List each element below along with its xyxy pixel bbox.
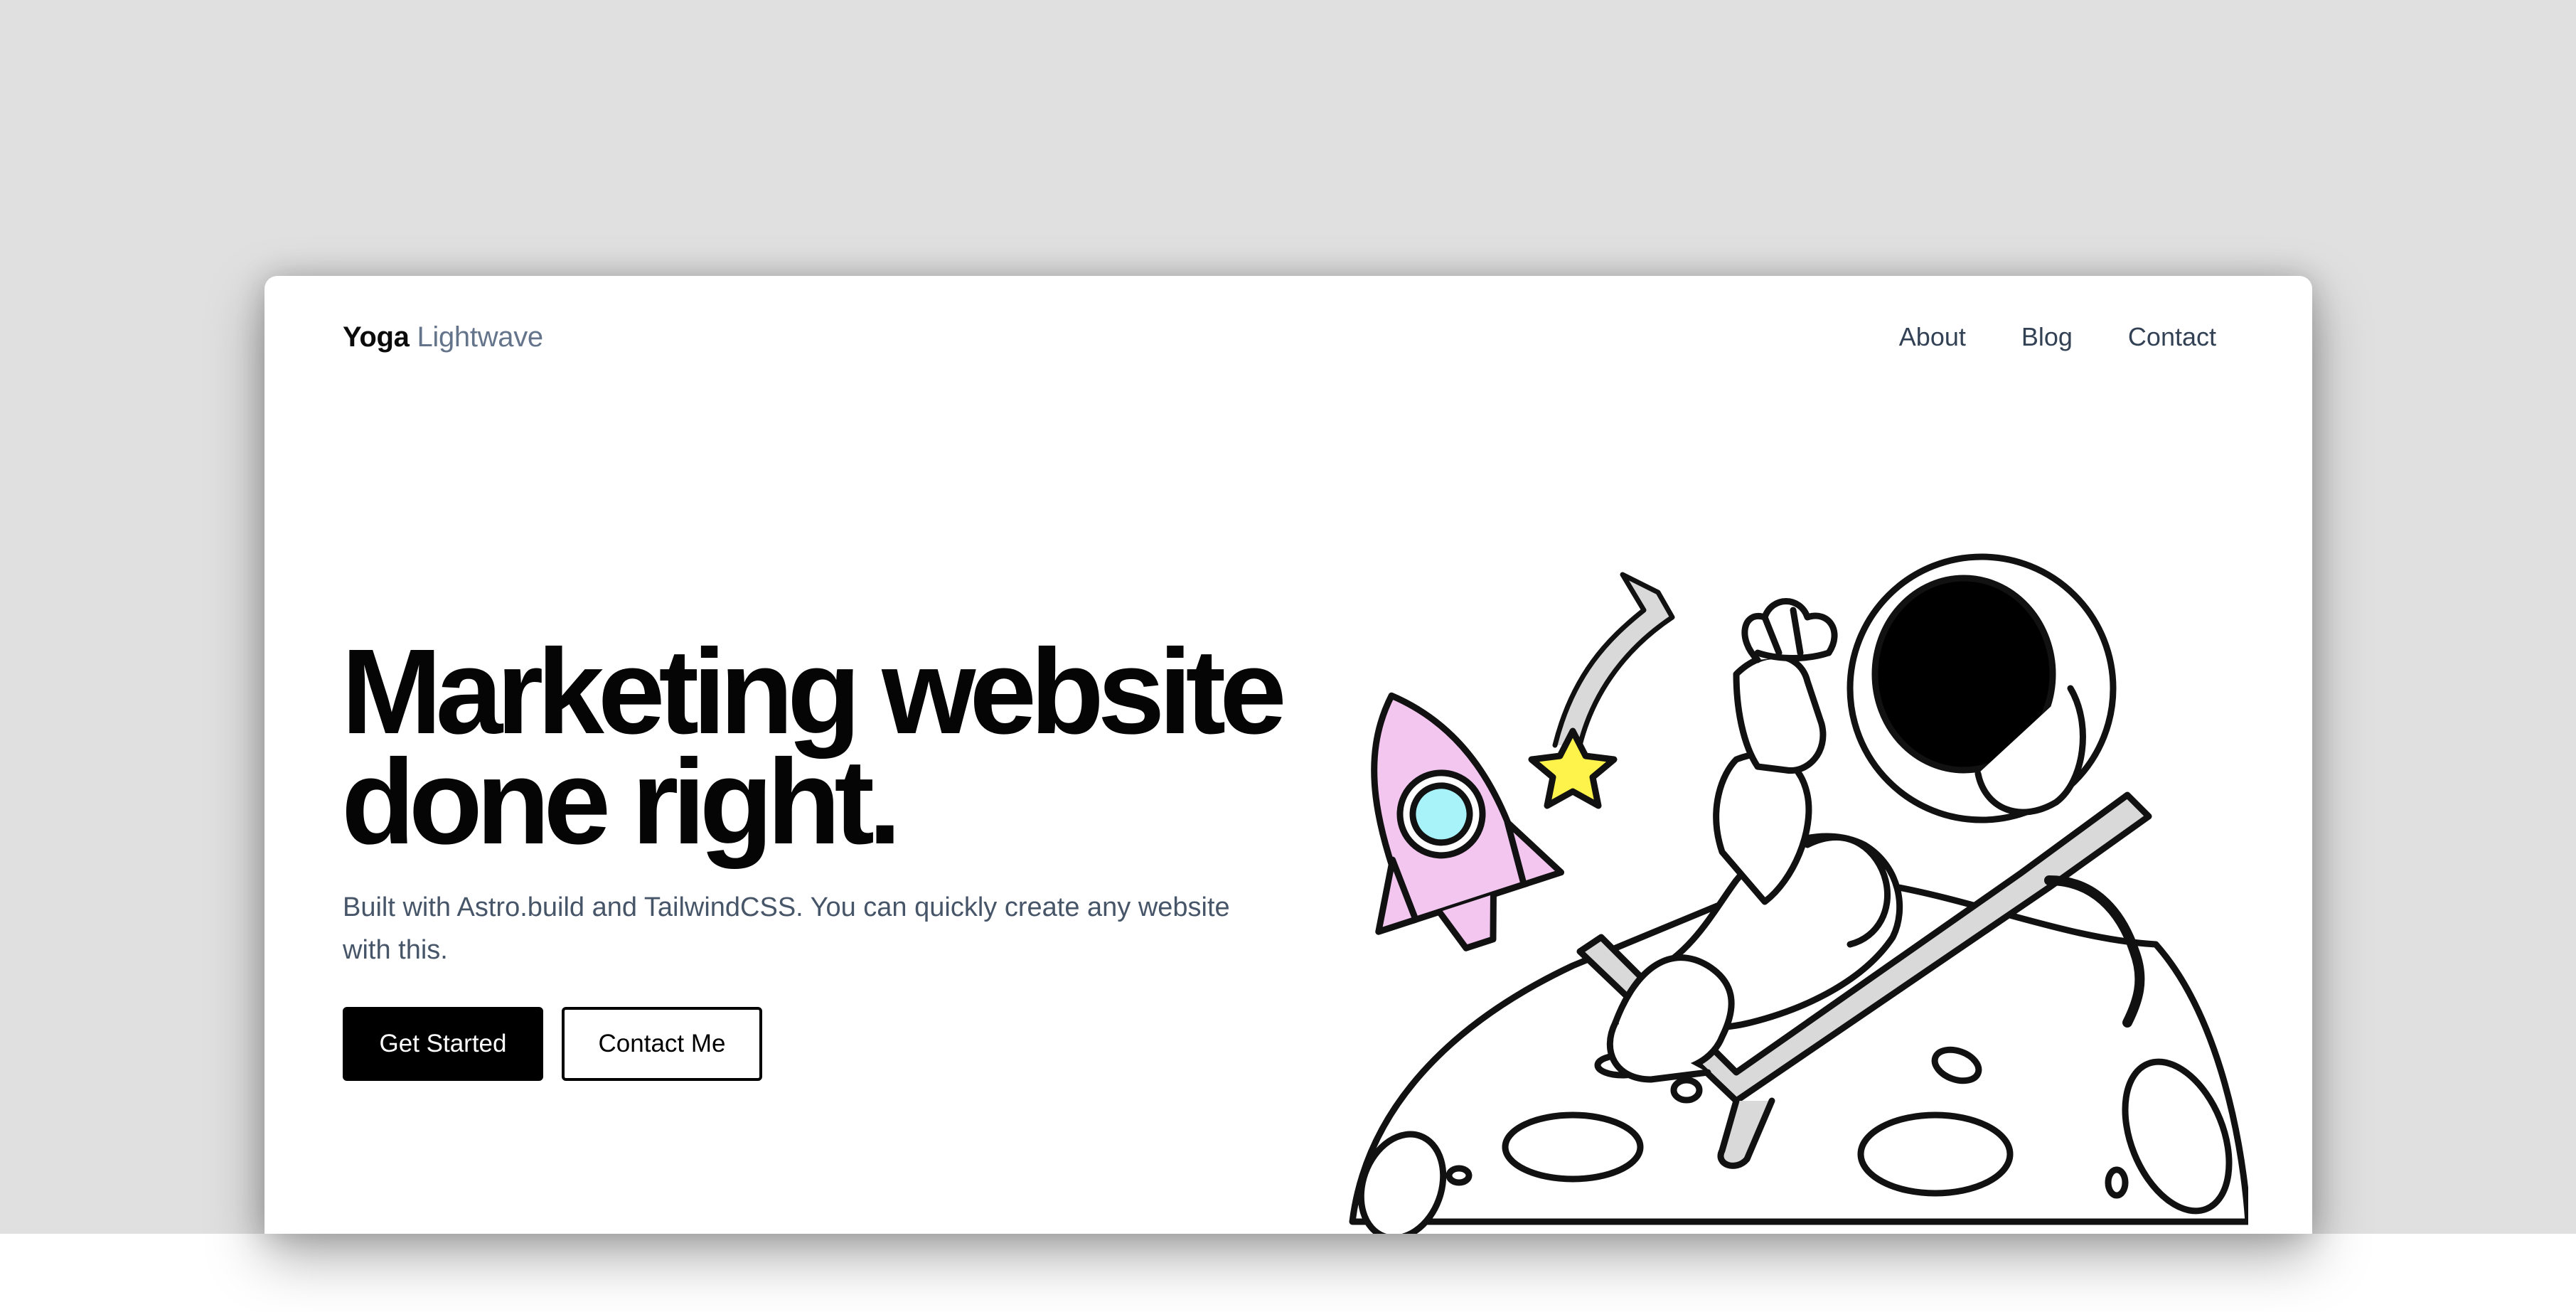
nav-link-blog[interactable]: Blog	[2021, 322, 2073, 352]
browser-window: Yoga Lightwave About Blog Contact Market…	[264, 276, 2312, 1234]
astronaut-on-moon-illustration	[1349, 553, 2248, 1234]
nav-link-about[interactable]: About	[1899, 322, 1966, 352]
hero-buttons: Get Started Contact Me	[343, 1007, 762, 1081]
hero-title: Marketing website done right.	[341, 631, 1337, 863]
nav-links: About Blog Contact	[1899, 322, 2216, 352]
get-started-button[interactable]: Get Started	[343, 1007, 543, 1081]
shooting-star	[1528, 572, 1675, 809]
contact-me-button[interactable]: Contact Me	[562, 1007, 762, 1081]
hero-title-line-2: done right.	[341, 735, 902, 870]
page-footer-strip	[0, 1234, 2576, 1312]
logo-strong-text: Yoga	[343, 321, 410, 353]
logo-light-text: Lightwave	[417, 321, 543, 353]
site-logo[interactable]: Yoga Lightwave	[343, 321, 543, 353]
rocket	[1371, 692, 1565, 951]
nav-link-contact[interactable]: Contact	[2128, 322, 2216, 352]
top-nav: Yoga Lightwave About Blog Contact	[343, 316, 2216, 358]
hero-subtitle: Built with Astro.build and TailwindCSS. …	[343, 892, 1230, 965]
